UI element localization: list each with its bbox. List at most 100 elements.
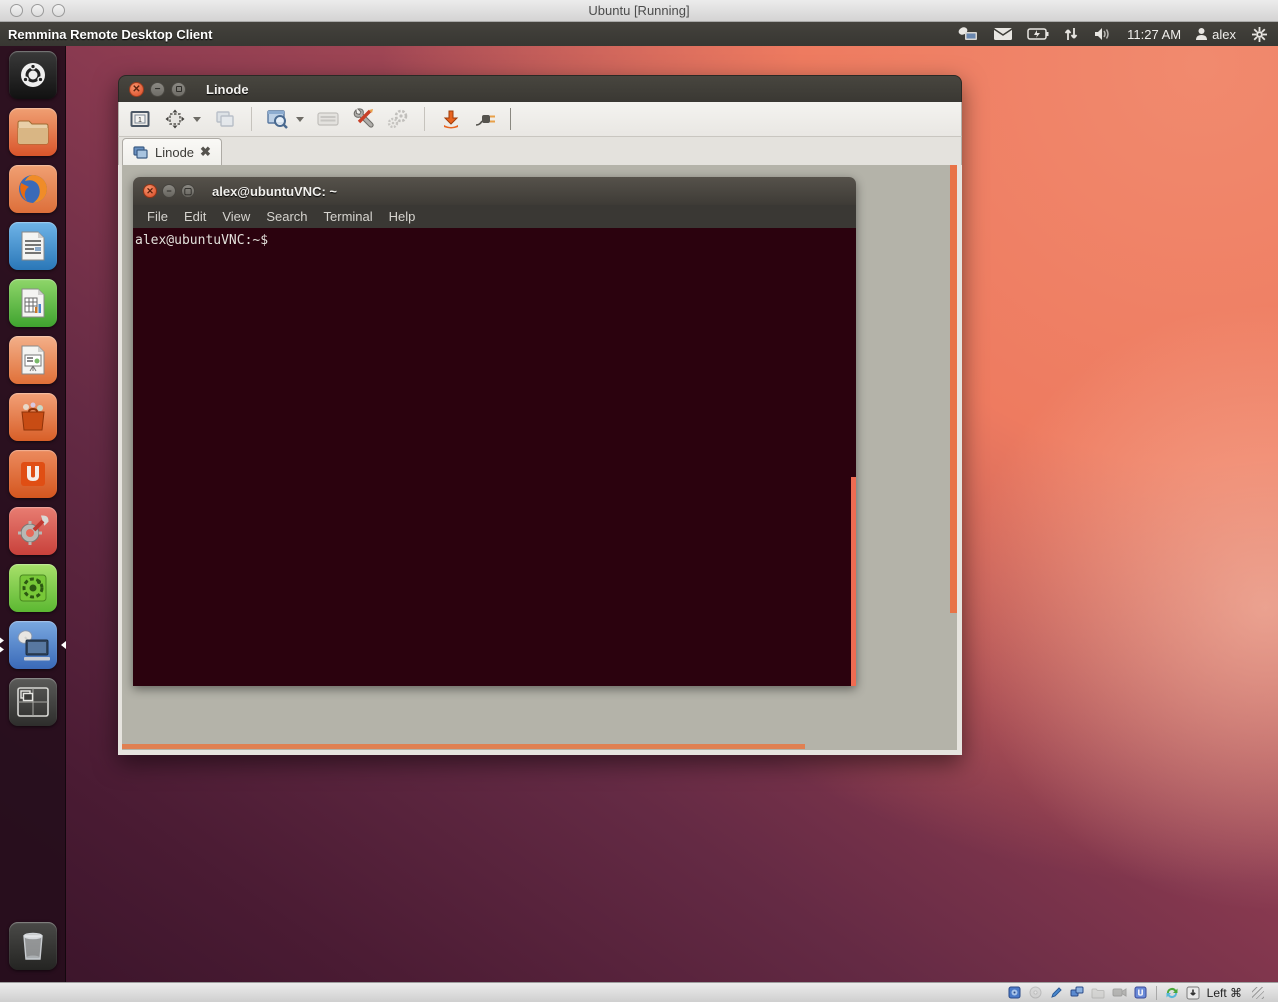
folder-icon (16, 118, 50, 146)
scale-mode-button[interactable] (162, 106, 188, 132)
volume-indicator-icon[interactable] (1093, 25, 1113, 43)
scale-mode-dropdown[interactable] (193, 117, 201, 122)
workspace-grid-icon (16, 686, 50, 718)
remmina-window-title: Linode (206, 82, 249, 97)
mail-indicator-icon[interactable] (993, 25, 1013, 43)
launcher-item-trash[interactable] (9, 922, 57, 970)
launcher-item-system-settings[interactable] (9, 507, 57, 555)
screenshot-magnifier-icon (267, 109, 289, 129)
launcher-item-dash-home[interactable] (9, 51, 57, 99)
terminal-maximize-button[interactable]: ▢ (181, 184, 195, 198)
tab-close-icon[interactable]: ✖ (200, 144, 211, 160)
fullscreen-button[interactable]: 1 (127, 106, 153, 132)
disconnect-button[interactable] (473, 106, 499, 132)
calc-document-icon (20, 287, 46, 319)
remote-desktop-viewport[interactable]: ✕ − ▢ alex@ubuntuVNC: ~ File Edit View S… (118, 165, 962, 755)
menu-view[interactable]: View (214, 209, 258, 224)
vbox-sharedfolders-icon[interactable] (1091, 985, 1106, 1000)
download-arrow-icon (441, 109, 461, 129)
user-icon (1195, 27, 1208, 41)
vbox-harddisk-icon[interactable] (1007, 985, 1022, 1000)
remote-terminal-window[interactable]: ✕ − ▢ alex@ubuntuVNC: ~ File Edit View S… (133, 177, 856, 686)
statusbar-separator (1156, 986, 1157, 1000)
window-minimize-button[interactable]: − (150, 82, 165, 97)
vbox-videocapture-icon[interactable] (1112, 985, 1127, 1000)
user-name: alex (1212, 27, 1236, 42)
user-menu[interactable]: alex (1195, 27, 1236, 42)
launcher-item-libreoffice-impress[interactable] (9, 336, 57, 384)
window-close-button[interactable]: ✕ (129, 82, 144, 97)
screenshot-button[interactable] (265, 106, 291, 132)
terminal-titlebar[interactable]: ✕ − ▢ alex@ubuntuVNC: ~ (133, 177, 856, 205)
remmina-toolbar: 1 (118, 102, 962, 137)
remmina-running-indicator (0, 638, 4, 653)
tools-button[interactable] (350, 106, 376, 132)
software-center-bag-icon (16, 400, 50, 434)
launcher-item-libreoffice-calc[interactable] (9, 279, 57, 327)
launcher-item-ubuntu-one[interactable] (9, 450, 57, 498)
window-maximize-button[interactable] (171, 82, 186, 97)
menu-file[interactable]: File (139, 209, 176, 224)
remmina-tabbar: Linode ✖ (118, 137, 962, 165)
impress-document-icon (20, 344, 46, 376)
keyboard-button[interactable] (315, 106, 341, 132)
battery-indicator-icon[interactable] (1027, 25, 1049, 43)
vm-screen: Remmina Remote Desktop Client 11:27 AM a… (0, 22, 1278, 982)
launcher-item-software-center[interactable] (9, 393, 57, 441)
resize-grip[interactable] (1252, 987, 1264, 999)
remote-wallpaper-strip-right (950, 165, 957, 613)
update-manager-icon (17, 572, 49, 604)
terminal-edge-artifact (851, 477, 856, 686)
vbox-network-icon[interactable] (1070, 985, 1085, 1000)
menu-help[interactable]: Help (381, 209, 424, 224)
preferences-button[interactable] (385, 106, 411, 132)
launcher-item-libreoffice-writer[interactable] (9, 222, 57, 270)
screenshot-dropdown[interactable] (296, 117, 304, 122)
launcher-item-update-manager[interactable] (9, 564, 57, 612)
terminal-close-button[interactable]: ✕ (143, 184, 157, 198)
terminal-menubar: File Edit View Search Terminal Help (133, 205, 856, 228)
vbox-optical-icon[interactable] (1028, 985, 1043, 1000)
remote-wallpaper-strip-bottom (122, 744, 805, 749)
vbox-mouse-integration-icon[interactable] (1165, 985, 1180, 1000)
launcher-item-remmina[interactable] (9, 621, 57, 669)
host-window-titlebar: Ubuntu [Running] (0, 0, 1278, 22)
copy-button[interactable] (212, 106, 238, 132)
connection-tab-linode[interactable]: Linode ✖ (122, 138, 222, 165)
clock[interactable]: 11:27 AM (1127, 27, 1181, 42)
launcher-item-workspace-switcher[interactable] (9, 678, 57, 726)
session-gear-icon[interactable] (1250, 25, 1268, 43)
keyboard-icon (317, 111, 339, 127)
menu-terminal[interactable]: Terminal (316, 209, 381, 224)
network-arrows-indicator-icon[interactable] (1063, 25, 1079, 43)
remmina-focused-indicator (61, 641, 66, 649)
terminal-minimize-button[interactable]: − (162, 184, 176, 198)
remote-desktop-indicator-icon[interactable] (957, 25, 979, 43)
vbox-hostkey-state-icon[interactable] (1186, 985, 1201, 1000)
remmina-icon (15, 628, 51, 662)
menu-edit[interactable]: Edit (176, 209, 214, 224)
host-window-title: Ubuntu [Running] (0, 3, 1278, 18)
vbox-statusbar: Left ⌘ (0, 982, 1278, 1002)
launcher-item-files[interactable] (9, 108, 57, 156)
launcher-item-firefox[interactable] (9, 165, 57, 213)
svg-text:1: 1 (138, 117, 142, 124)
gears-icon (386, 108, 410, 130)
top-panel: Remmina Remote Desktop Client 11:27 AM a… (0, 22, 1278, 46)
tab-connection-icon (133, 146, 149, 159)
panel-app-title: Remmina Remote Desktop Client (8, 27, 212, 42)
ubuntu-one-icon (18, 459, 48, 489)
terminal-prompt: alex@ubuntuVNC:~$ (135, 233, 268, 248)
firefox-icon (15, 171, 51, 207)
trash-icon (19, 930, 47, 962)
menu-search[interactable]: Search (258, 209, 315, 224)
terminal-body[interactable]: alex@ubuntuVNC:~$ (133, 228, 856, 686)
import-button[interactable] (438, 106, 464, 132)
ubuntu-dash-icon (18, 60, 48, 90)
toolbar-separator (510, 108, 511, 130)
vbox-hostkey-label: Left ⌘ (1207, 986, 1242, 1000)
copy-windows-icon (215, 110, 235, 128)
vbox-features-icon[interactable] (1133, 985, 1148, 1000)
remmina-titlebar[interactable]: ✕ − Linode (118, 75, 962, 102)
vbox-pen-icon[interactable] (1049, 985, 1064, 1000)
